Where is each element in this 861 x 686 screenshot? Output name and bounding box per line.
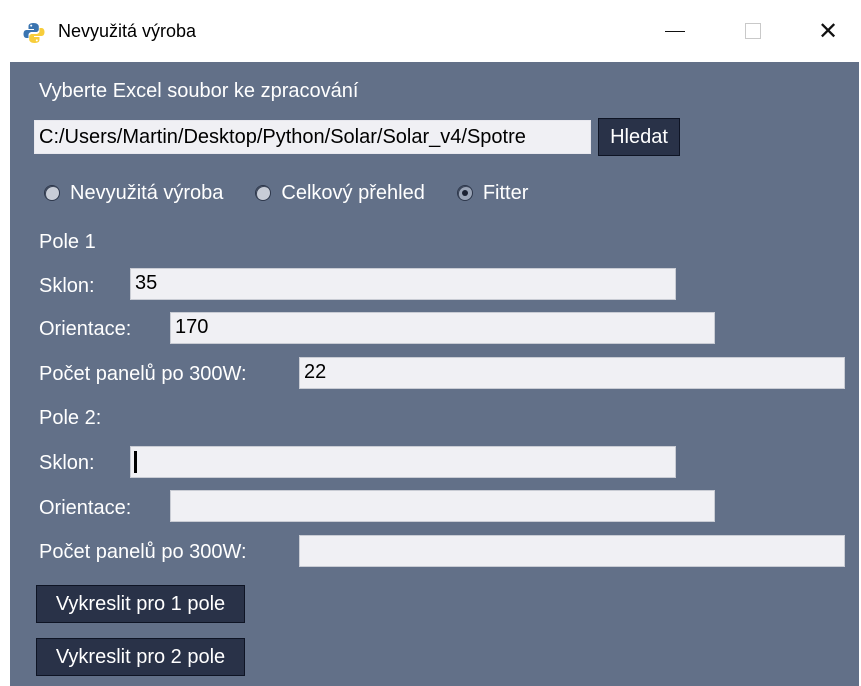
main-panel: Vyberte Excel soubor ke zpracování C:/Us… bbox=[10, 62, 859, 686]
field2-tilt-label: Sklon: bbox=[39, 452, 95, 474]
radio-label: Fitter bbox=[482, 181, 529, 204]
mode-radio-group: Nevyužitá výroba Celkový přehled Fitter bbox=[44, 180, 560, 206]
close-button[interactable]: ✕ bbox=[808, 14, 848, 48]
field2-tilt-input[interactable] bbox=[130, 446, 676, 478]
field2-orientation-label: Orientace: bbox=[39, 497, 132, 519]
field1-panels-input[interactable]: 22 bbox=[299, 357, 845, 389]
field2-orientation-input[interactable] bbox=[170, 490, 715, 522]
maximize-button[interactable] bbox=[733, 14, 773, 48]
close-icon: ✕ bbox=[817, 17, 839, 45]
field1-heading: Pole 1 bbox=[39, 231, 96, 253]
maximize-icon bbox=[745, 23, 761, 39]
text-cursor bbox=[134, 450, 137, 473]
title-bar: Nevyužitá výroba ✕ bbox=[0, 0, 861, 62]
field1-tilt-label: Sklon: bbox=[39, 275, 95, 297]
field1-panels-label: Počet panelů po 300W: bbox=[39, 363, 247, 385]
field1-orientation-input[interactable]: 170 bbox=[170, 312, 715, 344]
radio-button-icon bbox=[44, 185, 60, 201]
window-title: Nevyužitá výroba bbox=[58, 21, 197, 41]
minimize-icon bbox=[665, 30, 685, 32]
minimize-button[interactable] bbox=[655, 14, 695, 48]
field1-orientation-label: Orientace: bbox=[39, 318, 132, 340]
field2-heading: Pole 2: bbox=[39, 407, 102, 429]
plot-two-fields-button[interactable]: Vykreslit pro 2 pole bbox=[36, 638, 245, 676]
file-path-input[interactable]: C:/Users/Martin/Desktop/Python/Solar/Sol… bbox=[34, 120, 591, 154]
radio-label: Celkový přehled bbox=[281, 181, 425, 204]
radio-selected-icon bbox=[456, 185, 473, 201]
field1-tilt-input[interactable]: 35 bbox=[130, 268, 676, 300]
field2-panels-label: Počet panelů po 300W: bbox=[39, 541, 247, 563]
radio-nevyuzita-vyroba[interactable]: Nevyužitá výroba bbox=[44, 182, 223, 205]
radio-fitter[interactable]: Fitter bbox=[456, 181, 529, 205]
python-icon bbox=[23, 23, 45, 43]
field2-panels-input[interactable] bbox=[299, 535, 845, 567]
browse-button[interactable]: Hledat bbox=[598, 118, 680, 156]
radio-label: Nevyužitá výroba bbox=[70, 181, 224, 204]
select-file-label: Vyberte Excel soubor ke zpracování bbox=[39, 80, 359, 102]
plot-one-field-button[interactable]: Vykreslit pro 1 pole bbox=[36, 585, 245, 623]
radio-celkovy-prehled[interactable]: Celkový přehled bbox=[255, 181, 425, 205]
radio-button-icon bbox=[255, 185, 272, 201]
